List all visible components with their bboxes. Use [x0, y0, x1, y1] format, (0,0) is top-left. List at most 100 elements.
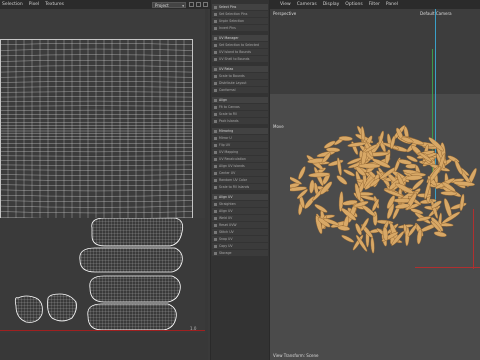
sidebar-tool-item[interactable]: Pack Islands [212, 118, 268, 124]
vp-menu-filter[interactable]: Filter [369, 0, 380, 9]
projection-select[interactable]: Project ▾ [152, 1, 186, 8]
sidebar-section-header[interactable]: Select Pins [212, 4, 268, 10]
tool-icon [214, 26, 217, 30]
uv-grid-line [0, 48, 193, 51]
sidebar-header-label: UV Relax [219, 67, 234, 71]
chevron-down-icon: ▾ [182, 3, 184, 8]
tool-icon [214, 230, 217, 234]
sidebar-tool-item[interactable]: Align UV Islands [212, 163, 268, 169]
rice-grain [416, 229, 422, 245]
sidebar-tool-item[interactable]: UV Island to Bounds [212, 49, 268, 55]
uv-grid-line [0, 174, 193, 176]
3d-viewport[interactable]: Perspective Default Camera Move View Tra… [270, 9, 480, 360]
tool-icon [214, 36, 217, 40]
sidebar-tool-item[interactable]: UV Recalculation [212, 156, 268, 162]
sidebar-tool-item[interactable]: UV Shell to Bounds [212, 56, 268, 62]
tool-icon [214, 136, 217, 140]
sidebar-tool-item[interactable]: Scale to Fill [212, 111, 268, 117]
sidebar-tool-item[interactable]: Set Selection to Selected [212, 42, 268, 48]
sidebar-tool-item[interactable]: UV Mapping [212, 149, 268, 155]
sidebar-tool-item[interactable]: Scale to Bounds [212, 73, 268, 79]
tool-icon [214, 81, 217, 85]
sidebar-tool-item[interactable]: Straighten [212, 201, 268, 207]
sidebar-tool-item[interactable]: Weld UV [212, 215, 268, 221]
viewport-background-top [270, 9, 480, 94]
rice-grain [336, 175, 348, 185]
sidebar-tool-item[interactable]: Random UV Color [212, 177, 268, 183]
sidebar-tool-item[interactable]: Scale to Fill Islands [212, 184, 268, 190]
sidebar-item-label: Flip UV [219, 143, 231, 147]
tool-icon [214, 178, 217, 182]
move-label: Move [273, 124, 284, 129]
vp-menu-panel[interactable]: Panel [386, 0, 398, 9]
tool-icon [214, 19, 217, 23]
vp-menu-display[interactable]: Display [323, 0, 340, 9]
sidebar-tool-item[interactable]: Unpin Selection [212, 18, 268, 24]
sidebar-tool-item[interactable]: Distribute Layout [212, 80, 268, 86]
sidebar-item-label: Distribute Layout [219, 81, 247, 85]
sidebar-tool-item[interactable]: Center UV [212, 170, 268, 176]
uv-islands-view[interactable] [0, 217, 205, 333]
uv-grid-line [0, 100, 193, 102]
sidebar-tool-item[interactable]: Reset UVW [212, 222, 268, 228]
uv-grid-line [0, 81, 193, 83]
tool-icon [214, 112, 217, 116]
view-icon[interactable] [189, 2, 194, 7]
tool-icon [214, 209, 217, 213]
rice-grain [309, 179, 315, 194]
uv-grid-line [0, 60, 193, 62]
uv-zoom-label: 1.0 [190, 326, 197, 331]
uv-grid-line [0, 184, 193, 186]
sidebar-header-label: Align [219, 98, 227, 102]
tool-icon [214, 244, 217, 248]
tool-icon [214, 12, 217, 16]
tool-icon [214, 202, 217, 206]
uv-island-4 [87, 303, 177, 331]
uv-tools-sidebar: Select Pins Set Selection Pins Unpin Selec… [210, 0, 270, 360]
sidebar-tool-item[interactable]: Align UV [212, 208, 268, 214]
rice-pile-render [290, 125, 477, 254]
sidebar-section-header[interactable]: Align UV [212, 194, 268, 200]
sidebar-section-header[interactable]: Align [212, 97, 268, 103]
sidebar-item-label: Reset UVW [219, 223, 237, 227]
lock-icon[interactable] [196, 2, 201, 7]
view-name: Perspective [273, 11, 297, 16]
rice-grain [298, 166, 306, 180]
uv-grid-line [0, 211, 193, 214]
expand-icon[interactable] [203, 2, 208, 7]
tool-icon [214, 237, 217, 241]
vp-menu-view[interactable]: View [280, 0, 291, 9]
sidebar-tool-item[interactable]: Mirror U [212, 135, 268, 141]
sidebar-tool-item[interactable]: Set Selection Pins [212, 11, 268, 17]
uv-grid-line [0, 70, 193, 73]
uv-grid-line [0, 91, 193, 93]
sidebar-item-label: Conformal [219, 88, 236, 92]
sidebar-tool-item[interactable]: Invert Pins [212, 25, 268, 31]
sidebar-tool-item[interactable]: Stitch UV [212, 229, 268, 235]
sidebar-item-label: Unpin Selection [219, 19, 244, 23]
sidebar-item-label: Scale to Fill [219, 112, 238, 116]
sidebar-tool-item[interactable]: Conformal [212, 87, 268, 93]
vp-menu-options[interactable]: Options [345, 0, 362, 9]
sidebar-tool-item[interactable]: Copy UV [212, 243, 268, 249]
sidebar-item-label: Set Selection Pins [219, 12, 248, 16]
uv-island-3 [89, 275, 181, 303]
sidebar-item-label: UV Mapping [219, 150, 239, 154]
uv-bottom-rule [0, 330, 205, 331]
uv-toolbar: Project ▾ [0, 0, 210, 9]
sidebar-tool-item[interactable]: Flip UV [212, 142, 268, 148]
vp-menu-cameras[interactable]: Cameras [297, 0, 317, 9]
uv-grid-line [0, 43, 193, 45]
uv-grid-view[interactable] [0, 9, 205, 224]
rice-grain [358, 163, 381, 169]
sidebar-item-label: Snap UV [219, 237, 233, 241]
sidebar-section-header[interactable]: UV Relax [212, 66, 268, 72]
sidebar-item-label: Align UV Islands [219, 164, 245, 168]
sidebar-item-label: Scale to Fill Islands [219, 185, 250, 189]
sidebar-tool-item[interactable]: Snap UV [212, 236, 268, 242]
sidebar-tool-item[interactable]: Storage [212, 250, 268, 256]
tool-icon [214, 105, 217, 109]
sidebar-tool-item[interactable]: Fit to Canvas [212, 104, 268, 110]
sidebar-section-header[interactable]: Mirroring [212, 128, 268, 134]
sidebar-section-header[interactable]: UV Manager [212, 35, 268, 41]
